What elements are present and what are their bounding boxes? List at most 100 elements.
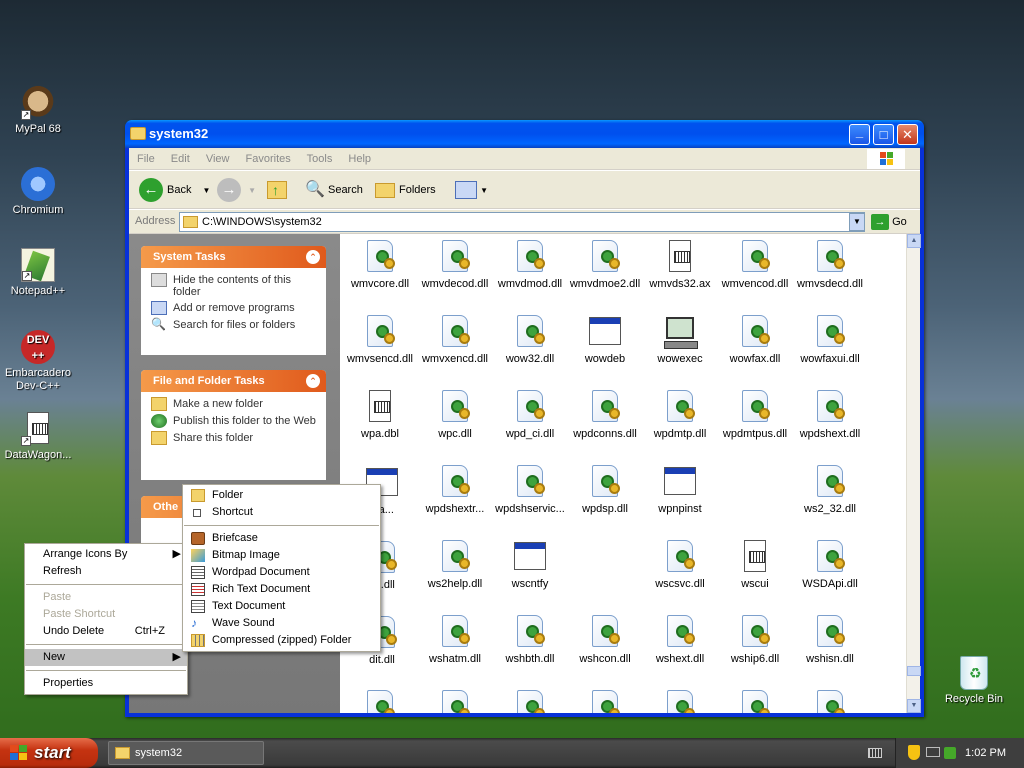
menu-refresh[interactable]: Refresh — [25, 563, 187, 580]
file-item[interactable]: wscsvc.dll — [642, 540, 718, 590]
file-item[interactable]: wshatm.dll — [417, 615, 493, 665]
file-folder-tasks-header[interactable]: File and Folder Tasks ⌃ — [141, 370, 326, 392]
clock[interactable]: 1:02 PM — [965, 747, 1006, 759]
file-item[interactable]: wmvdmoe2.dll — [567, 240, 643, 290]
file-item[interactable]: wmvcore.dll — [342, 240, 418, 290]
file-item[interactable] — [342, 690, 418, 713]
file-item[interactable]: wowexec — [642, 315, 718, 365]
file-item[interactable]: wmvsdecd.dll — [792, 240, 868, 290]
file-item[interactable] — [567, 690, 643, 713]
file-item[interactable]: wscntfy — [492, 540, 568, 590]
file-item[interactable]: wowfax.dll — [717, 315, 793, 365]
file-item[interactable]: wmvxencd.dll — [417, 315, 493, 365]
new-rich-text-document[interactable]: Rich Text Document — [183, 581, 380, 598]
taskbar-button-system32[interactable]: system32 — [108, 741, 264, 765]
views-button[interactable]: ▼ — [455, 176, 488, 204]
menu-new[interactable]: New ▶ — [25, 649, 187, 666]
desktop-icon-devcpp[interactable]: DEV ++ Embarcadero Dev-C++ — [0, 330, 76, 393]
desktop-icon-datawagon[interactable]: ↗ DataWagon... — [0, 412, 76, 462]
new-wordpad-document[interactable]: Wordpad Document — [183, 564, 380, 581]
vertical-scrollbar[interactable]: ▲ ▼ — [906, 234, 921, 713]
new-bitmap-image[interactable]: Bitmap Image — [183, 547, 380, 564]
new-folder[interactable]: Folder — [183, 487, 380, 504]
menu-undo-delete[interactable]: Undo Delete Ctrl+Z — [25, 623, 187, 640]
menu-view[interactable]: View — [206, 153, 230, 165]
menu-favorites[interactable]: Favorites — [246, 153, 291, 165]
file-item[interactable]: wshcon.dll — [567, 615, 643, 665]
security-shield-icon[interactable] — [908, 745, 920, 760]
folders-button[interactable]: Folders — [375, 176, 436, 204]
desktop-icon-mypal[interactable]: ↗ MyPal 68 — [0, 86, 76, 136]
file-item[interactable]: wshbth.dll — [492, 615, 568, 665]
menu-properties[interactable]: Properties — [25, 675, 187, 692]
task-make-new-folder[interactable]: Make a new folder — [151, 397, 318, 411]
file-item[interactable]: wow32.dll — [492, 315, 568, 365]
file-item[interactable]: wmvdmod.dll — [492, 240, 568, 290]
keyboard-icon[interactable] — [868, 748, 882, 758]
file-item[interactable]: wshext.dll — [642, 615, 718, 665]
file-item[interactable] — [717, 690, 793, 713]
file-item[interactable]: wpc.dll — [417, 390, 493, 440]
task-search-files[interactable]: 🔍 Search for files or folders — [151, 318, 318, 332]
desktop-icon-recycle-bin[interactable]: ♻ Recycle Bin — [936, 656, 1012, 706]
back-button[interactable]: ← Back ▼ — [139, 176, 210, 204]
go-button[interactable]: → Go — [871, 213, 907, 231]
file-item[interactable]: wshisn.dll — [792, 615, 868, 665]
file-item[interactable]: wpd_ci.dll — [492, 390, 568, 440]
file-item[interactable]: wmvds32.ax — [642, 240, 718, 290]
file-item[interactable]: wowdeb — [567, 315, 643, 365]
new-wave-sound[interactable]: ♪ Wave Sound — [183, 615, 380, 632]
task-hide-contents[interactable]: Hide the contents of this folder — [151, 273, 318, 298]
new-shortcut[interactable]: Shortcut — [183, 504, 380, 521]
forward-button[interactable]: → ▼ — [217, 176, 256, 204]
menu-file[interactable]: File — [137, 153, 155, 165]
file-item[interactable]: wpnpinst — [642, 465, 718, 515]
file-item[interactable]: ws2help.dll — [417, 540, 493, 590]
new-text-document[interactable]: Text Document — [183, 598, 380, 615]
task-publish-web[interactable]: Publish this folder to the Web — [151, 414, 318, 428]
chevron-down-icon[interactable]: ▼ — [248, 186, 256, 195]
file-item[interactable]: wship6.dll — [717, 615, 793, 665]
file-item[interactable]: wowfaxui.dll — [792, 315, 868, 365]
file-item[interactable]: wpdshextr... — [417, 465, 493, 515]
file-item[interactable] — [492, 690, 568, 713]
start-button[interactable]: start — [0, 738, 98, 768]
task-add-remove-programs[interactable]: Add or remove programs — [151, 301, 318, 315]
collapse-icon[interactable]: ⌃ — [306, 250, 320, 264]
menu-help[interactable]: Help — [348, 153, 371, 165]
search-button[interactable]: 🔍 Search — [305, 176, 363, 204]
file-item[interactable]: wmvsencd.dll — [342, 315, 418, 365]
menu-tools[interactable]: Tools — [307, 153, 333, 165]
safely-remove-icon[interactable] — [944, 747, 956, 759]
address-input[interactable]: C:\WINDOWS\system32 — [179, 212, 865, 232]
close-button[interactable]: ✕ — [897, 124, 918, 145]
new-compressed-folder[interactable]: Compressed (zipped) Folder — [183, 632, 380, 649]
chevron-down-icon[interactable]: ▼ — [203, 186, 211, 195]
file-item[interactable]: wscui — [717, 540, 793, 590]
scroll-down-button[interactable]: ▼ — [907, 699, 921, 713]
file-item[interactable]: wpdmtp.dll — [642, 390, 718, 440]
new-briefcase[interactable]: Briefcase — [183, 530, 380, 547]
desktop-icon-notepadpp[interactable]: ↗ Notepad++ — [0, 248, 76, 298]
file-item[interactable] — [417, 690, 493, 713]
address-dropdown-button[interactable]: ▼ — [849, 213, 865, 231]
task-share-folder[interactable]: Share this folder — [151, 431, 318, 445]
file-item[interactable]: wpdshext.dll — [792, 390, 868, 440]
file-item[interactable]: WSDApi.dll — [792, 540, 868, 590]
up-folder-button[interactable]: ↑ — [267, 176, 287, 204]
file-item[interactable]: wmvdecod.dll — [417, 240, 493, 290]
desktop-icon-chromium[interactable]: Chromium — [0, 167, 76, 217]
file-item[interactable]: wpdshservic... — [492, 465, 568, 515]
file-item[interactable]: wpdmtpus.dll — [717, 390, 793, 440]
chevron-down-icon[interactable]: ▼ — [480, 186, 488, 195]
minimize-button[interactable]: _ — [849, 124, 870, 145]
file-item[interactable] — [642, 690, 718, 713]
title-bar[interactable]: system32 _ □ ✕ — [125, 120, 924, 148]
scroll-up-button[interactable]: ▲ — [907, 234, 921, 248]
collapse-icon[interactable]: ⌃ — [306, 374, 320, 388]
menu-arrange-icons[interactable]: Arrange Icons By ▶ — [25, 546, 187, 563]
file-item[interactable] — [792, 690, 868, 713]
network-icon[interactable] — [926, 747, 940, 757]
file-item[interactable]: wpdsp.dll — [567, 465, 643, 515]
scroll-thumb[interactable] — [907, 666, 921, 676]
